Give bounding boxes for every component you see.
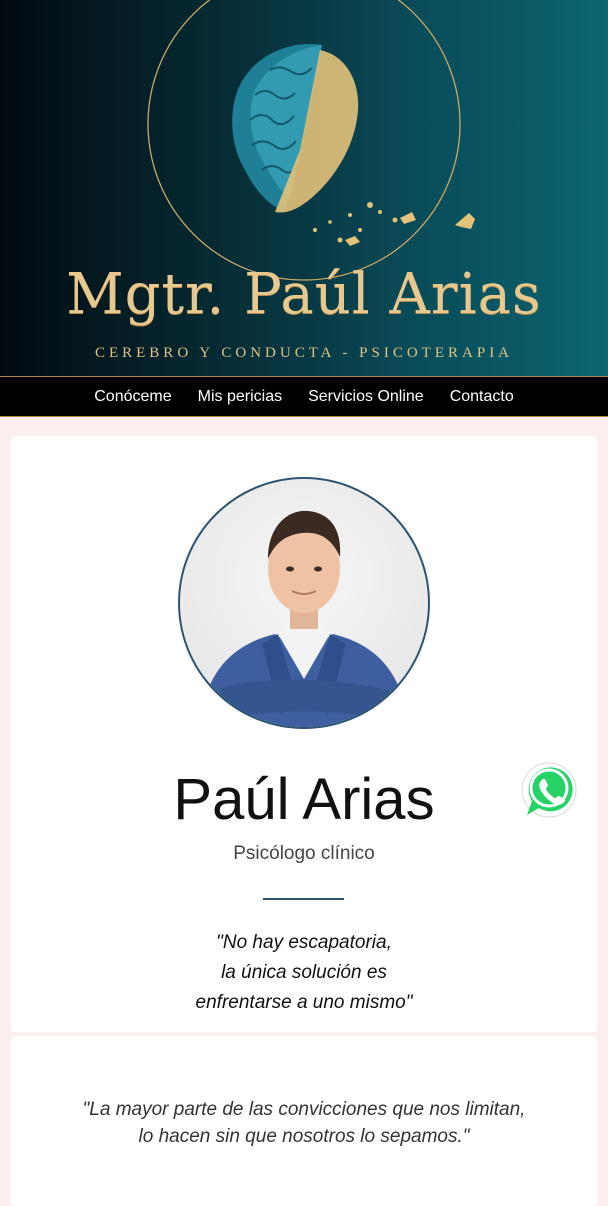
quote-line: "La mayor parte de las convicciones que … — [82, 1099, 526, 1120]
person-illustration — [200, 510, 408, 727]
divider — [263, 898, 344, 900]
main-nav: Conóceme Mis pericias Servicios Online C… — [0, 376, 608, 417]
quote-text: "La mayor parte de las convicciones que … — [11, 1096, 597, 1150]
profile-name: Paúl Arias — [173, 767, 435, 832]
quote-line: "No hay escapatoria, — [216, 932, 392, 953]
header-banner: Mgtr. Paúl Arias CEREBRO Y CONDUCTA - PS… — [0, 0, 608, 376]
profile-card: Paúl Arias Psicólogo clínico "No hay esc… — [11, 436, 597, 1032]
quote-line: lo hacen sin que nosotros lo sepamos." — [138, 1126, 470, 1147]
site-subtitle: CEREBRO Y CONDUCTA - PSICOTERAPIA — [94, 345, 514, 361]
quote-line: la única solución es — [221, 962, 387, 983]
profile-photo-avatar — [178, 477, 430, 729]
whatsapp-button[interactable] — [519, 759, 579, 819]
nav-item-conoceme[interactable]: Conóceme — [94, 388, 171, 406]
nav-item-mis-pericias[interactable]: Mis pericias — [198, 388, 282, 406]
quote-card: "La mayor parte de las convicciones que … — [11, 1036, 597, 1206]
nav-item-contacto[interactable]: Contacto — [450, 388, 514, 406]
whatsapp-icon — [521, 762, 577, 818]
quote-line: enfrentarse a uno mismo" — [195, 992, 413, 1013]
profile-role: Psicólogo clínico — [233, 843, 375, 864]
site-title: Mgtr. Paúl Arias — [66, 262, 542, 327]
nav-item-servicios-online[interactable]: Servicios Online — [308, 388, 424, 406]
profile-quote: "No hay escapatoria, la única solución e… — [11, 928, 597, 1018]
